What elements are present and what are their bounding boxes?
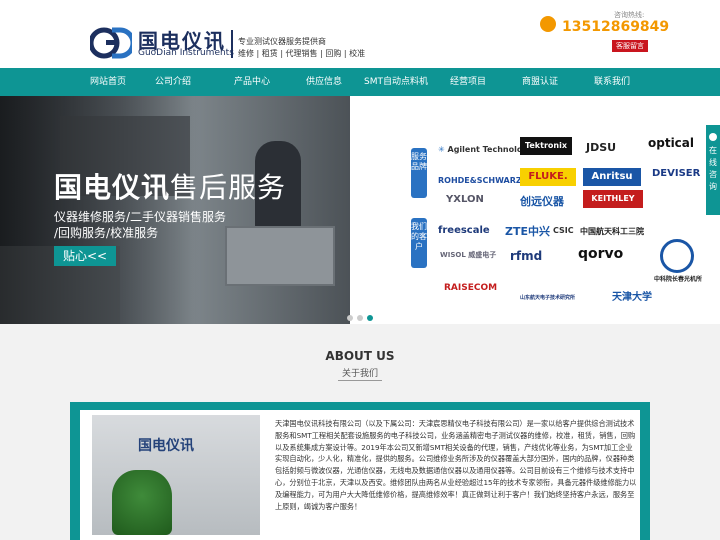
about-text: 天津国电仪讯科技有限公司（以及下属公司：天津宸思精仪电子科技有限公司）是一家以给…: [275, 419, 637, 511]
carousel-dot-2[interactable]: [357, 315, 363, 321]
about-subtitle: 关于我们: [341, 369, 378, 379]
about-photo-plant: [112, 470, 172, 535]
about-divider: [338, 380, 382, 381]
client-qorvo[interactable]: qorvo: [578, 246, 623, 262]
brand-transcom[interactable]: 创远仪器: [520, 193, 564, 209]
brand-jdsu[interactable]: JDSU: [586, 141, 616, 154]
brand-yxlon[interactable]: YXLON: [446, 194, 484, 205]
brand-rohde-schwarz[interactable]: ROHDE&SCHWARZ: [438, 176, 522, 185]
about-photo-sign: 国电仪讯: [138, 438, 194, 454]
slogan-line-1: 专业测试仪器服务提供商: [238, 37, 326, 46]
client-casic[interactable]: 中国航天科工三院: [580, 226, 644, 237]
consult-icon: [709, 133, 717, 141]
brand-keithley[interactable]: KEITHLEY: [583, 190, 643, 208]
nav-item-smt[interactable]: SMT自动点料机: [358, 68, 434, 96]
nav-item-about[interactable]: 公司介绍: [143, 68, 203, 96]
brand-fluke[interactable]: FLUKE.: [520, 168, 576, 186]
main-nav: 网站首页 公司介绍 产品中心 供应信息 SMT自动点料机 经营项目 商盟认证 联…: [0, 68, 720, 96]
nav-item-supply[interactable]: 供应信息: [294, 68, 354, 96]
about-photo: 国电仪讯: [92, 415, 260, 535]
logo-icon[interactable]: [90, 27, 132, 59]
hero-button[interactable]: 贴心<<: [54, 246, 116, 266]
nav-item-products[interactable]: 产品中心: [222, 68, 282, 96]
client-zte[interactable]: ZTE中兴: [505, 223, 550, 239]
slogan-line-2: 维修 | 租赁 | 代理销售 | 回购 | 校准: [238, 49, 366, 58]
hero-instrument: [225, 226, 335, 286]
hero-services-line-1: 仪器维修服务/二手仪器销售服务: [54, 210, 227, 224]
message-button[interactable]: 客服留言: [612, 40, 648, 52]
logo-subtitle: GuoDian Instruments: [138, 48, 234, 58]
client-ciomp[interactable]: 中科院长春光机所: [654, 274, 702, 283]
client-raisecom[interactable]: RAISECOM: [444, 283, 497, 293]
online-consult-tab[interactable]: 在线咨询: [706, 125, 720, 215]
logo-divider: [231, 30, 233, 58]
client-sdaerospace[interactable]: 山东航天电子技术研究所: [520, 294, 575, 301]
brand-anritsu[interactable]: Anritsu: [583, 168, 641, 186]
tag-service-brands: 服务品牌: [411, 148, 427, 198]
brand-tektronix[interactable]: Tektronix: [520, 137, 572, 155]
phone-number[interactable]: 13512869849: [562, 19, 669, 35]
nav-item-contact[interactable]: 联系我们: [582, 68, 642, 96]
about-title: ABOUT US: [325, 349, 395, 363]
brand-optical[interactable]: optical: [648, 136, 694, 150]
nav-item-home[interactable]: 网站首页: [78, 68, 138, 96]
hero-services-line-2: /回购服务/校准服务: [54, 226, 159, 240]
brand-deviser[interactable]: DEVISER: [652, 168, 700, 179]
nav-item-business[interactable]: 经营项目: [438, 68, 498, 96]
ciomp-logo-icon: [660, 239, 694, 273]
client-rfmd[interactable]: rfmd: [510, 249, 542, 263]
client-freescale[interactable]: freescale: [438, 225, 490, 236]
online-consult-label: 在线咨询: [709, 146, 717, 191]
phone-icon: [540, 16, 556, 32]
nav-item-certification[interactable]: 商盟认证: [510, 68, 570, 96]
carousel-dot-1[interactable]: [347, 315, 353, 321]
hero-banner[interactable]: 国电仪讯售后服务 仪器维修服务/二手仪器销售服务 /回购服务/校准服务 贴心<<…: [0, 96, 720, 324]
site-header: 国电仪讯 GuoDian Instruments 专业测试仪器服务提供商 维修 …: [0, 0, 720, 68]
client-csic[interactable]: CSIC: [553, 226, 574, 235]
client-wisol[interactable]: WISOL 威盛电子: [440, 250, 496, 260]
hero-title: 国电仪讯售后服务: [54, 171, 287, 204]
tag-our-clients: 我们的客户: [411, 218, 427, 268]
carousel-dot-3[interactable]: [367, 315, 373, 321]
client-tianjin-university[interactable]: 天津大学: [612, 288, 652, 303]
